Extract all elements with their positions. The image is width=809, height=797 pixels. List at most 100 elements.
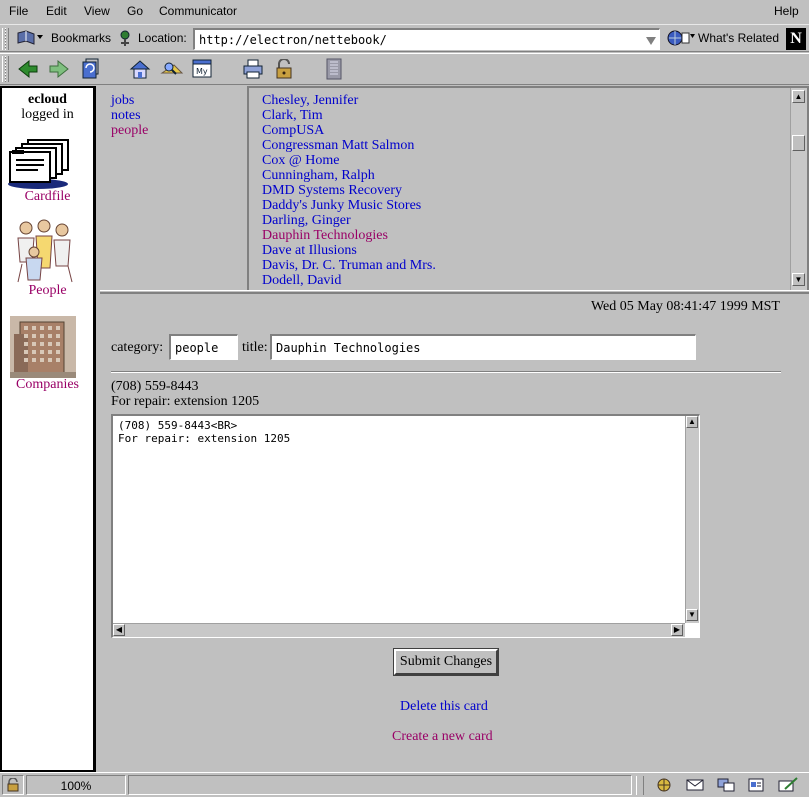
scroll-down-icon[interactable]: ▼ xyxy=(792,273,805,286)
bookmarks-label[interactable]: Bookmarks xyxy=(51,31,111,45)
menu-edit[interactable]: Edit xyxy=(46,4,67,18)
scroll-up-icon[interactable]: ▲ xyxy=(686,416,698,428)
card-list-item[interactable]: Dave at Illusions xyxy=(262,243,436,258)
card-list: Chesley, Jennifer Clark, Tim CompUSA Con… xyxy=(262,93,436,288)
stop-button[interactable] xyxy=(322,58,346,80)
delete-card-link[interactable]: Delete this card xyxy=(400,699,488,715)
home-icon xyxy=(129,60,151,79)
card-list-item[interactable]: CompUSA xyxy=(262,123,436,138)
textarea-hscrollbar[interactable]: ◀ ▶ xyxy=(113,623,685,637)
url-dropdown-icon[interactable] xyxy=(646,34,656,48)
title-label: title: xyxy=(242,340,268,355)
netscape-logo-text: N xyxy=(790,30,802,47)
title-value[interactable]: Dauphin Technologies xyxy=(276,341,421,355)
status-bar: 100% xyxy=(0,772,809,797)
home-button[interactable] xyxy=(128,58,152,80)
card-list-item[interactable]: DMD Systems Recovery xyxy=(262,183,436,198)
whats-related-icon[interactable] xyxy=(666,29,696,50)
search-icon xyxy=(160,62,184,75)
create-card-link[interactable]: Create a new card xyxy=(392,729,493,745)
sidebar-item-companies[interactable]: Companies xyxy=(2,377,93,393)
back-icon xyxy=(18,59,38,79)
card-editor-frame: Wed 05 May 08:41:47 1999 MST category: p… xyxy=(100,294,809,772)
location-label: Location: xyxy=(138,31,187,45)
card-preview-line1: (708) 559-8443 xyxy=(111,379,199,394)
card-list-item[interactable]: Davis, Dr. C. Truman and Mrs. xyxy=(262,258,436,273)
sidebar-item-cardfile[interactable]: Cardfile xyxy=(2,189,93,205)
menu-bar: File Edit View Go Communicator Help xyxy=(0,0,809,24)
mail-icon[interactable] xyxy=(685,777,707,796)
zoom-level: 100% xyxy=(26,775,126,795)
navigator-icon[interactable] xyxy=(654,777,674,796)
companies-icon[interactable] xyxy=(10,316,76,378)
cardfile-icon[interactable] xyxy=(8,138,72,190)
url-text[interactable]: http://electron/nettebook/ xyxy=(199,33,387,47)
menu-communicator[interactable]: Communicator xyxy=(159,4,237,18)
card-list-item[interactable]: Darling, Ginger xyxy=(262,213,436,228)
submit-changes-button[interactable]: Submit Changes xyxy=(393,648,499,676)
my-netscape-button[interactable]: My xyxy=(190,58,214,80)
card-list-item[interactable]: Daddy's Junky Music Stores xyxy=(262,198,436,213)
separator-rule xyxy=(111,371,781,373)
security-status-icon[interactable] xyxy=(2,775,24,795)
card-body-editor: ▲ ▼ ◀ ▶ xyxy=(111,414,700,638)
print-button[interactable] xyxy=(241,58,265,80)
nav-link-jobs[interactable]: jobs xyxy=(111,93,134,109)
security-icon xyxy=(276,59,292,79)
card-list-item[interactable]: Chesley, Jennifer xyxy=(262,93,436,108)
scroll-right-icon[interactable]: ▶ xyxy=(671,624,683,636)
composer-icon[interactable] xyxy=(777,777,799,796)
address-book-icon[interactable] xyxy=(746,777,766,796)
my-label: My xyxy=(196,67,208,76)
menu-view[interactable]: View xyxy=(84,4,110,18)
scroll-left-icon[interactable]: ◀ xyxy=(113,624,125,636)
nav-link-people[interactable]: people xyxy=(111,123,148,139)
card-list-item[interactable]: Cunningham, Ralph xyxy=(262,168,436,183)
textarea-vscrollbar[interactable]: ▲ ▼ xyxy=(685,416,699,623)
menu-go[interactable]: Go xyxy=(127,4,143,18)
newsgroups-icon[interactable] xyxy=(716,777,736,796)
submit-changes-label: Submit Changes xyxy=(399,654,493,669)
scroll-up-icon[interactable]: ▲ xyxy=(792,90,805,103)
card-body-textarea[interactable] xyxy=(113,416,685,623)
security-button[interactable] xyxy=(273,58,297,80)
card-preview-line2: For repair: extension 1205 xyxy=(111,394,260,409)
search-button[interactable] xyxy=(160,58,184,80)
card-list-item[interactable]: Dodell, David xyxy=(262,273,436,288)
url-field[interactable]: http://electron/nettebook/ xyxy=(193,28,660,50)
timestamp: Wed 05 May 08:41:47 1999 MST xyxy=(590,299,780,314)
category-value[interactable]: people xyxy=(175,341,218,355)
bookmarks-icon[interactable] xyxy=(16,29,44,50)
scroll-thumb[interactable] xyxy=(792,135,805,151)
menu-help[interactable]: Help xyxy=(774,4,799,18)
forward-button[interactable] xyxy=(47,58,71,80)
menu-file[interactable]: File xyxy=(9,4,28,18)
card-list-item[interactable]: Cox @ Home xyxy=(262,153,436,168)
reload-icon xyxy=(82,58,99,79)
component-bar-grip[interactable] xyxy=(636,776,644,795)
card-list-item[interactable]: Clark, Tim xyxy=(262,108,436,123)
toolbar-grip[interactable] xyxy=(2,28,9,50)
nav-link-notes[interactable]: notes xyxy=(111,108,141,124)
sidebar-item-people[interactable]: People xyxy=(2,283,93,299)
toolbar-grip[interactable] xyxy=(2,56,9,82)
category-input[interactable]: people xyxy=(169,334,238,360)
whats-related-label[interactable]: What's Related xyxy=(698,31,779,45)
print-icon xyxy=(243,59,263,79)
card-list-item-selected[interactable]: Dauphin Technologies xyxy=(262,228,436,243)
scroll-down-icon[interactable]: ▼ xyxy=(686,609,698,621)
navigation-toolbar: My xyxy=(0,53,809,85)
login-status: logged in xyxy=(21,107,74,122)
netscape-logo[interactable]: N xyxy=(786,28,806,50)
status-message xyxy=(128,775,632,795)
title-input[interactable]: Dauphin Technologies xyxy=(270,334,696,360)
people-icon[interactable] xyxy=(12,218,76,284)
card-list-frame: Chesley, Jennifer Clark, Tim CompUSA Con… xyxy=(247,86,809,290)
stop-icon xyxy=(326,58,342,80)
location-icon[interactable] xyxy=(116,29,134,50)
card-list-item[interactable]: Congressman Matt Salmon xyxy=(262,138,436,153)
reload-button[interactable] xyxy=(77,58,101,80)
location-toolbar: Bookmarks Location: http://electron/nett… xyxy=(0,24,809,52)
back-button[interactable] xyxy=(16,58,40,80)
card-list-scrollbar[interactable]: ▲ ▼ xyxy=(790,88,807,290)
